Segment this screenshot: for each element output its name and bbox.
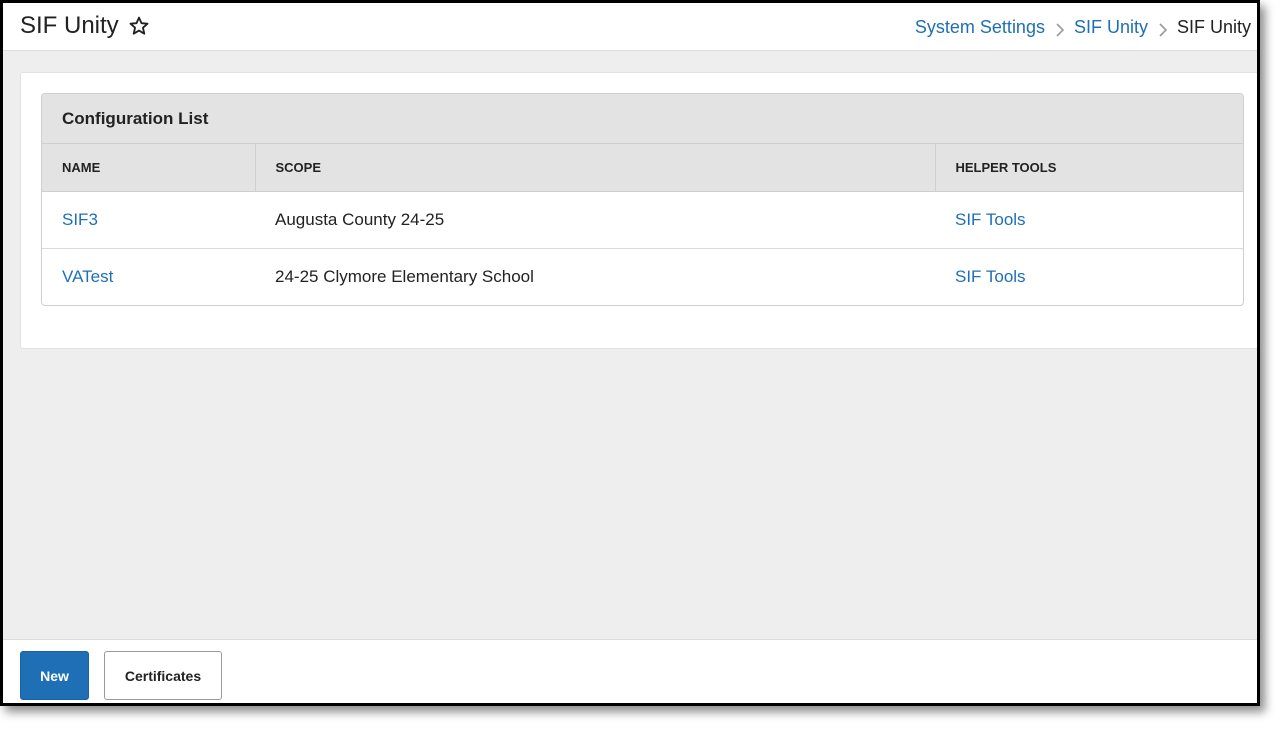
column-header-helper-tools[interactable]: HELPER TOOLS [934, 144, 1243, 192]
table-header-row: NAME SCOPE HELPER TOOLS [42, 144, 1243, 192]
column-header-name[interactable]: NAME [42, 144, 255, 192]
configuration-table: NAME SCOPE HELPER TOOLS SIF3 Augusta Cou… [42, 144, 1243, 305]
breadcrumb-current: SIF Unity [1176, 17, 1251, 37]
table-row[interactable]: SIF3 Augusta County 24-25 SIF Tools [42, 191, 1243, 249]
star-outline-icon[interactable] [128, 15, 150, 37]
cell-helper-tools: SIF Tools [935, 191, 1243, 249]
config-name-link[interactable]: SIF3 [62, 210, 98, 229]
cell-name: VATest [42, 248, 255, 305]
cell-helper-tools: SIF Tools [935, 248, 1243, 305]
breadcrumb: System Settings SIF Unity SIF Unity [915, 17, 1251, 38]
breadcrumb-system-settings[interactable]: System Settings [915, 17, 1045, 38]
sif-tools-link[interactable]: SIF Tools [955, 210, 1026, 229]
configuration-list-panel: Configuration List NAME SCOPE HELPER TOO… [41, 93, 1244, 306]
action-bar: New Certificates [3, 639, 1257, 703]
config-name-link[interactable]: VATest [62, 267, 113, 286]
new-button[interactable]: New [20, 651, 89, 700]
content-card: Configuration List NAME SCOPE HELPER TOO… [20, 72, 1257, 349]
sif-tools-link[interactable]: SIF Tools [955, 267, 1026, 286]
cell-name: SIF3 [42, 191, 255, 249]
page-title: SIF Unity [20, 12, 119, 39]
page-title-group: SIF Unity [20, 12, 150, 40]
breadcrumb-sif-unity[interactable]: SIF Unity [1074, 17, 1148, 38]
cell-scope: Augusta County 24-25 [255, 191, 935, 249]
app-window: SIF Unity System Settings SIF Unity SIF … [0, 0, 1260, 706]
column-header-scope[interactable]: SCOPE [254, 144, 935, 192]
table-row[interactable]: VATest 24-25 Clymore Elementary School S… [42, 248, 1243, 305]
chevron-right-icon [1055, 21, 1065, 37]
chevron-right-icon [1158, 21, 1168, 37]
page-header: SIF Unity System Settings SIF Unity SIF … [3, 3, 1257, 51]
certificates-button[interactable]: Certificates [104, 651, 222, 700]
configuration-list-title: Configuration List [42, 94, 1243, 144]
cell-scope: 24-25 Clymore Elementary School [275, 266, 534, 286]
